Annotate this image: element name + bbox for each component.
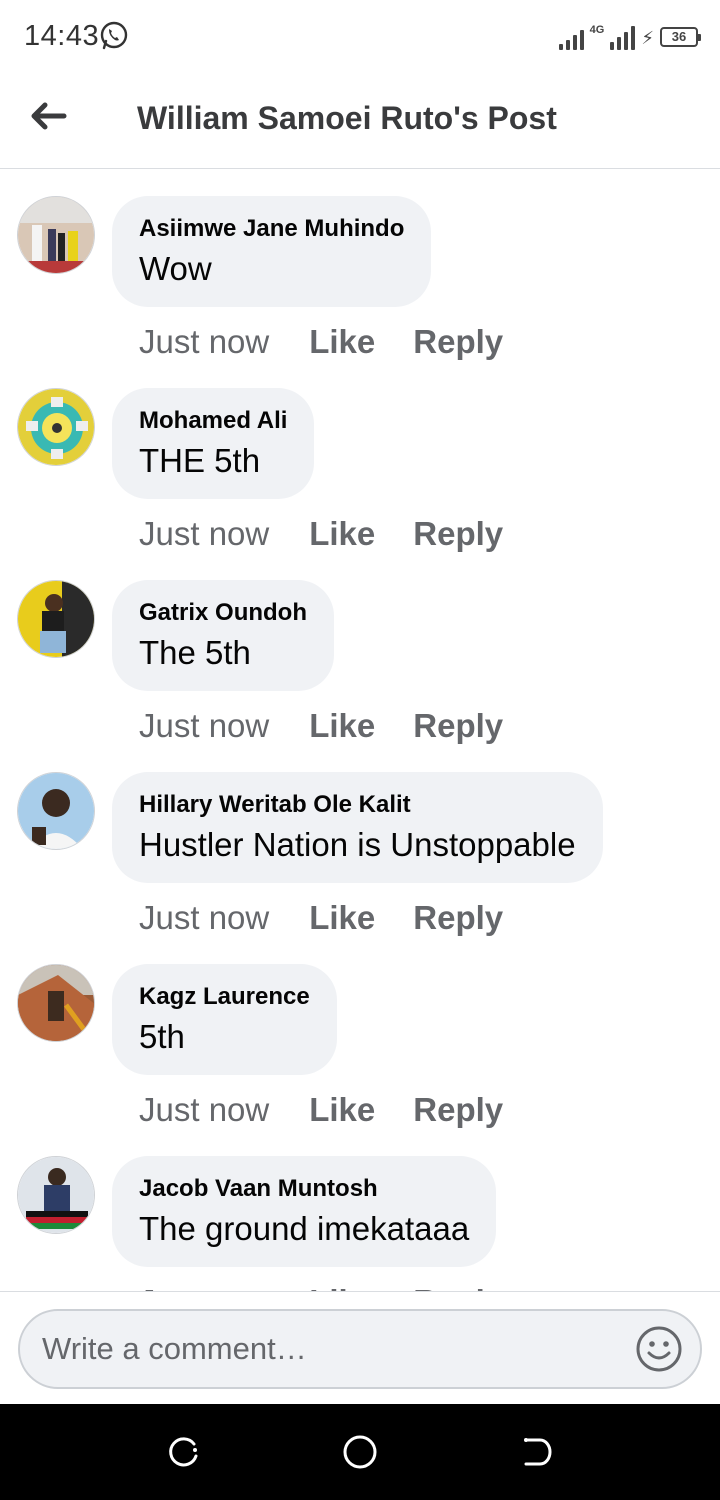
home-button[interactable] [340, 1432, 380, 1472]
comment-time: Just now [139, 515, 270, 552]
back-button[interactable] [26, 94, 70, 138]
comment-bubble[interactable]: Mohamed Ali THE 5th [112, 388, 315, 499]
avatar[interactable] [17, 388, 95, 466]
comment-author[interactable]: Mohamed Ali [139, 406, 287, 436]
status-icons: 4G ⚡ 36 [558, 20, 701, 50]
comment-time: Just now [139, 707, 270, 744]
comment-item: Mohamed Ali THE 5th Just now Like Reply [0, 362, 720, 554]
home-icon [343, 1435, 377, 1469]
comment-time: Just now [139, 323, 270, 360]
reply-button[interactable]: Reply [413, 899, 503, 937]
comment-composer: Write a comment… [0, 1291, 720, 1404]
like-button[interactable]: Like [309, 899, 375, 937]
comment-time: Just now [139, 1091, 270, 1128]
comment-text: 5th [139, 1018, 185, 1055]
reply-button[interactable]: Reply [413, 1091, 503, 1129]
comment-bubble[interactable]: Asiimwe Jane Muhindo Wow [112, 196, 432, 307]
comment-actions: Just now Like Reply [139, 898, 503, 938]
header: William Samoei Ruto's Post [0, 72, 720, 169]
comment-author[interactable]: Gatrix Oundoh [139, 598, 307, 628]
avatar[interactable] [17, 772, 95, 850]
status-time: 14:43 [24, 20, 100, 52]
comment-input[interactable]: Write a comment… [18, 1309, 702, 1389]
comment-time: Just now [139, 899, 270, 936]
smiley-icon[interactable] [635, 1325, 683, 1373]
comment-text: The ground imekataaa [139, 1210, 470, 1247]
like-button[interactable]: Like [309, 1283, 375, 1291]
like-button[interactable]: Like [309, 1091, 375, 1129]
comment-text: Wow [139, 250, 212, 287]
comment-actions: Just now Like Reply [139, 322, 503, 362]
battery-icon: 36 [660, 27, 701, 47]
back-icon [524, 1438, 552, 1466]
system-nav-bar [0, 1404, 720, 1500]
comment-bubble[interactable]: Hillary Weritab Ole Kalit Hustler Nation… [112, 772, 603, 883]
comment-text: The 5th [139, 634, 251, 671]
comment-author[interactable]: Jacob Vaan Muntosh [139, 1174, 469, 1204]
comment-time: Just now [139, 1283, 269, 1291]
comments-list[interactable]: Asiimwe Jane Muhindo Wow Just now Like R… [0, 170, 720, 1291]
like-button[interactable]: Like [309, 707, 375, 745]
back-nav-button[interactable] [516, 1432, 556, 1472]
arrow-left-icon [31, 102, 67, 130]
status-bar: 14:43 4G ⚡ 36 [0, 0, 720, 72]
comment-actions: Just now Like Reply [139, 1090, 503, 1130]
reply-button[interactable]: Reply [413, 707, 503, 745]
reply-button[interactable]: Reply [413, 1283, 503, 1291]
comment-text: Hustler Nation is Unstoppable [139, 826, 576, 863]
recent-apps-icon [169, 1437, 198, 1467]
comment-item: Kagz Laurence 5th Just now Like Reply [0, 938, 720, 1130]
comment-actions: Just now Like Reply [139, 1282, 503, 1291]
charging-icon: ⚡ [641, 28, 654, 48]
comment-bubble[interactable]: Jacob Vaan Muntosh The ground imekataaa [112, 1156, 497, 1267]
battery-level: 36 [671, 29, 687, 44]
signal-icon [558, 24, 584, 50]
avatar[interactable] [17, 580, 95, 658]
avatar[interactable] [17, 1156, 95, 1234]
avatar[interactable] [17, 196, 95, 274]
reply-button[interactable]: Reply [413, 515, 503, 553]
whatsapp-icon [100, 21, 128, 50]
comment-actions: Just now Like Reply [139, 706, 503, 746]
network-type: 4G [589, 24, 605, 36]
comment-author[interactable]: Kagz Laurence [139, 982, 310, 1012]
page-title: William Samoei Ruto's Post [137, 100, 557, 136]
comment-item: Gatrix Oundoh The 5th Just now Like Repl… [0, 554, 720, 746]
like-button[interactable]: Like [309, 515, 375, 553]
comment-bubble[interactable]: Kagz Laurence 5th [112, 964, 337, 1075]
comment-text: THE 5th [139, 442, 261, 479]
comment-item: Asiimwe Jane Muhindo Wow Just now Like R… [0, 170, 720, 362]
avatar[interactable] [17, 964, 95, 1042]
signal-icon-2 [610, 24, 636, 50]
comment-actions: Just now Like Reply [139, 514, 503, 554]
comment-author[interactable]: Hillary Weritab Ole Kalit [139, 790, 576, 820]
comment-item: Jacob Vaan Muntosh The ground imekataaa … [0, 1130, 720, 1291]
comment-item: Hillary Weritab Ole Kalit Hustler Nation… [0, 746, 720, 938]
reply-button[interactable]: Reply [413, 323, 503, 361]
comment-bubble[interactable]: Gatrix Oundoh The 5th [112, 580, 334, 691]
like-button[interactable]: Like [309, 323, 375, 361]
recent-apps-button[interactable] [164, 1432, 204, 1472]
comment-author[interactable]: Asiimwe Jane Muhindo [139, 214, 404, 244]
